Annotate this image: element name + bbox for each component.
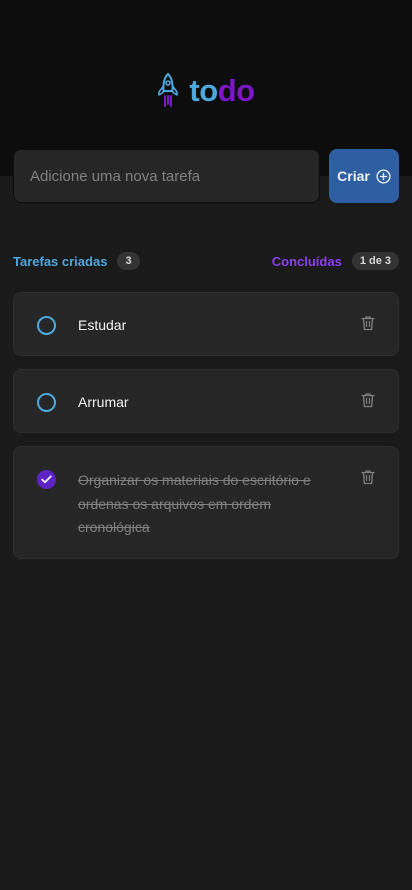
task-text: Arrumar <box>78 394 129 410</box>
rocket-icon <box>158 72 179 107</box>
created-count-badge: 3 <box>117 252 140 271</box>
logo-text-to: to <box>189 72 218 108</box>
logo-text: todo <box>189 72 255 108</box>
done-count-badge: 1 de 3 <box>351 252 399 271</box>
task-item-completed: Organizar os materiais do escritório e o… <box>13 446 399 559</box>
task-item: Arrumar <box>13 369 399 433</box>
logo-text-do: do <box>217 72 255 108</box>
new-task-input[interactable] <box>13 149 320 203</box>
done-summary: Concluídas 1 de 3 <box>271 252 399 271</box>
task-checkbox[interactable] <box>37 393 56 412</box>
task-text: Organizar os materiais do escritório e o… <box>78 472 311 535</box>
task-checkbox[interactable] <box>37 316 56 335</box>
checkmark-icon <box>41 475 52 484</box>
create-button-label: Criar <box>337 168 370 184</box>
task-checkbox-checked[interactable] <box>37 470 56 489</box>
task-text: Estudar <box>78 317 127 333</box>
delete-task-button[interactable] <box>361 392 375 408</box>
delete-task-button[interactable] <box>361 469 375 485</box>
plus-circle-icon <box>376 168 391 184</box>
new-task-form: Criar <box>13 149 399 203</box>
created-label: Tarefas criadas <box>13 253 108 269</box>
task-item: Estudar <box>13 292 399 356</box>
trash-icon <box>361 470 375 485</box>
delete-task-button[interactable] <box>361 315 375 331</box>
trash-icon <box>361 316 375 331</box>
task-summary: Tarefas criadas 3 Concluídas 1 de 3 <box>13 252 399 271</box>
done-label: Concluídas <box>271 253 342 269</box>
create-button[interactable]: Criar <box>329 149 399 203</box>
task-list: Estudar Arrumar Organizar os materiais d… <box>13 292 399 559</box>
trash-icon <box>361 393 375 408</box>
created-summary: Tarefas criadas 3 <box>13 252 140 271</box>
app-logo: todo <box>0 72 412 108</box>
